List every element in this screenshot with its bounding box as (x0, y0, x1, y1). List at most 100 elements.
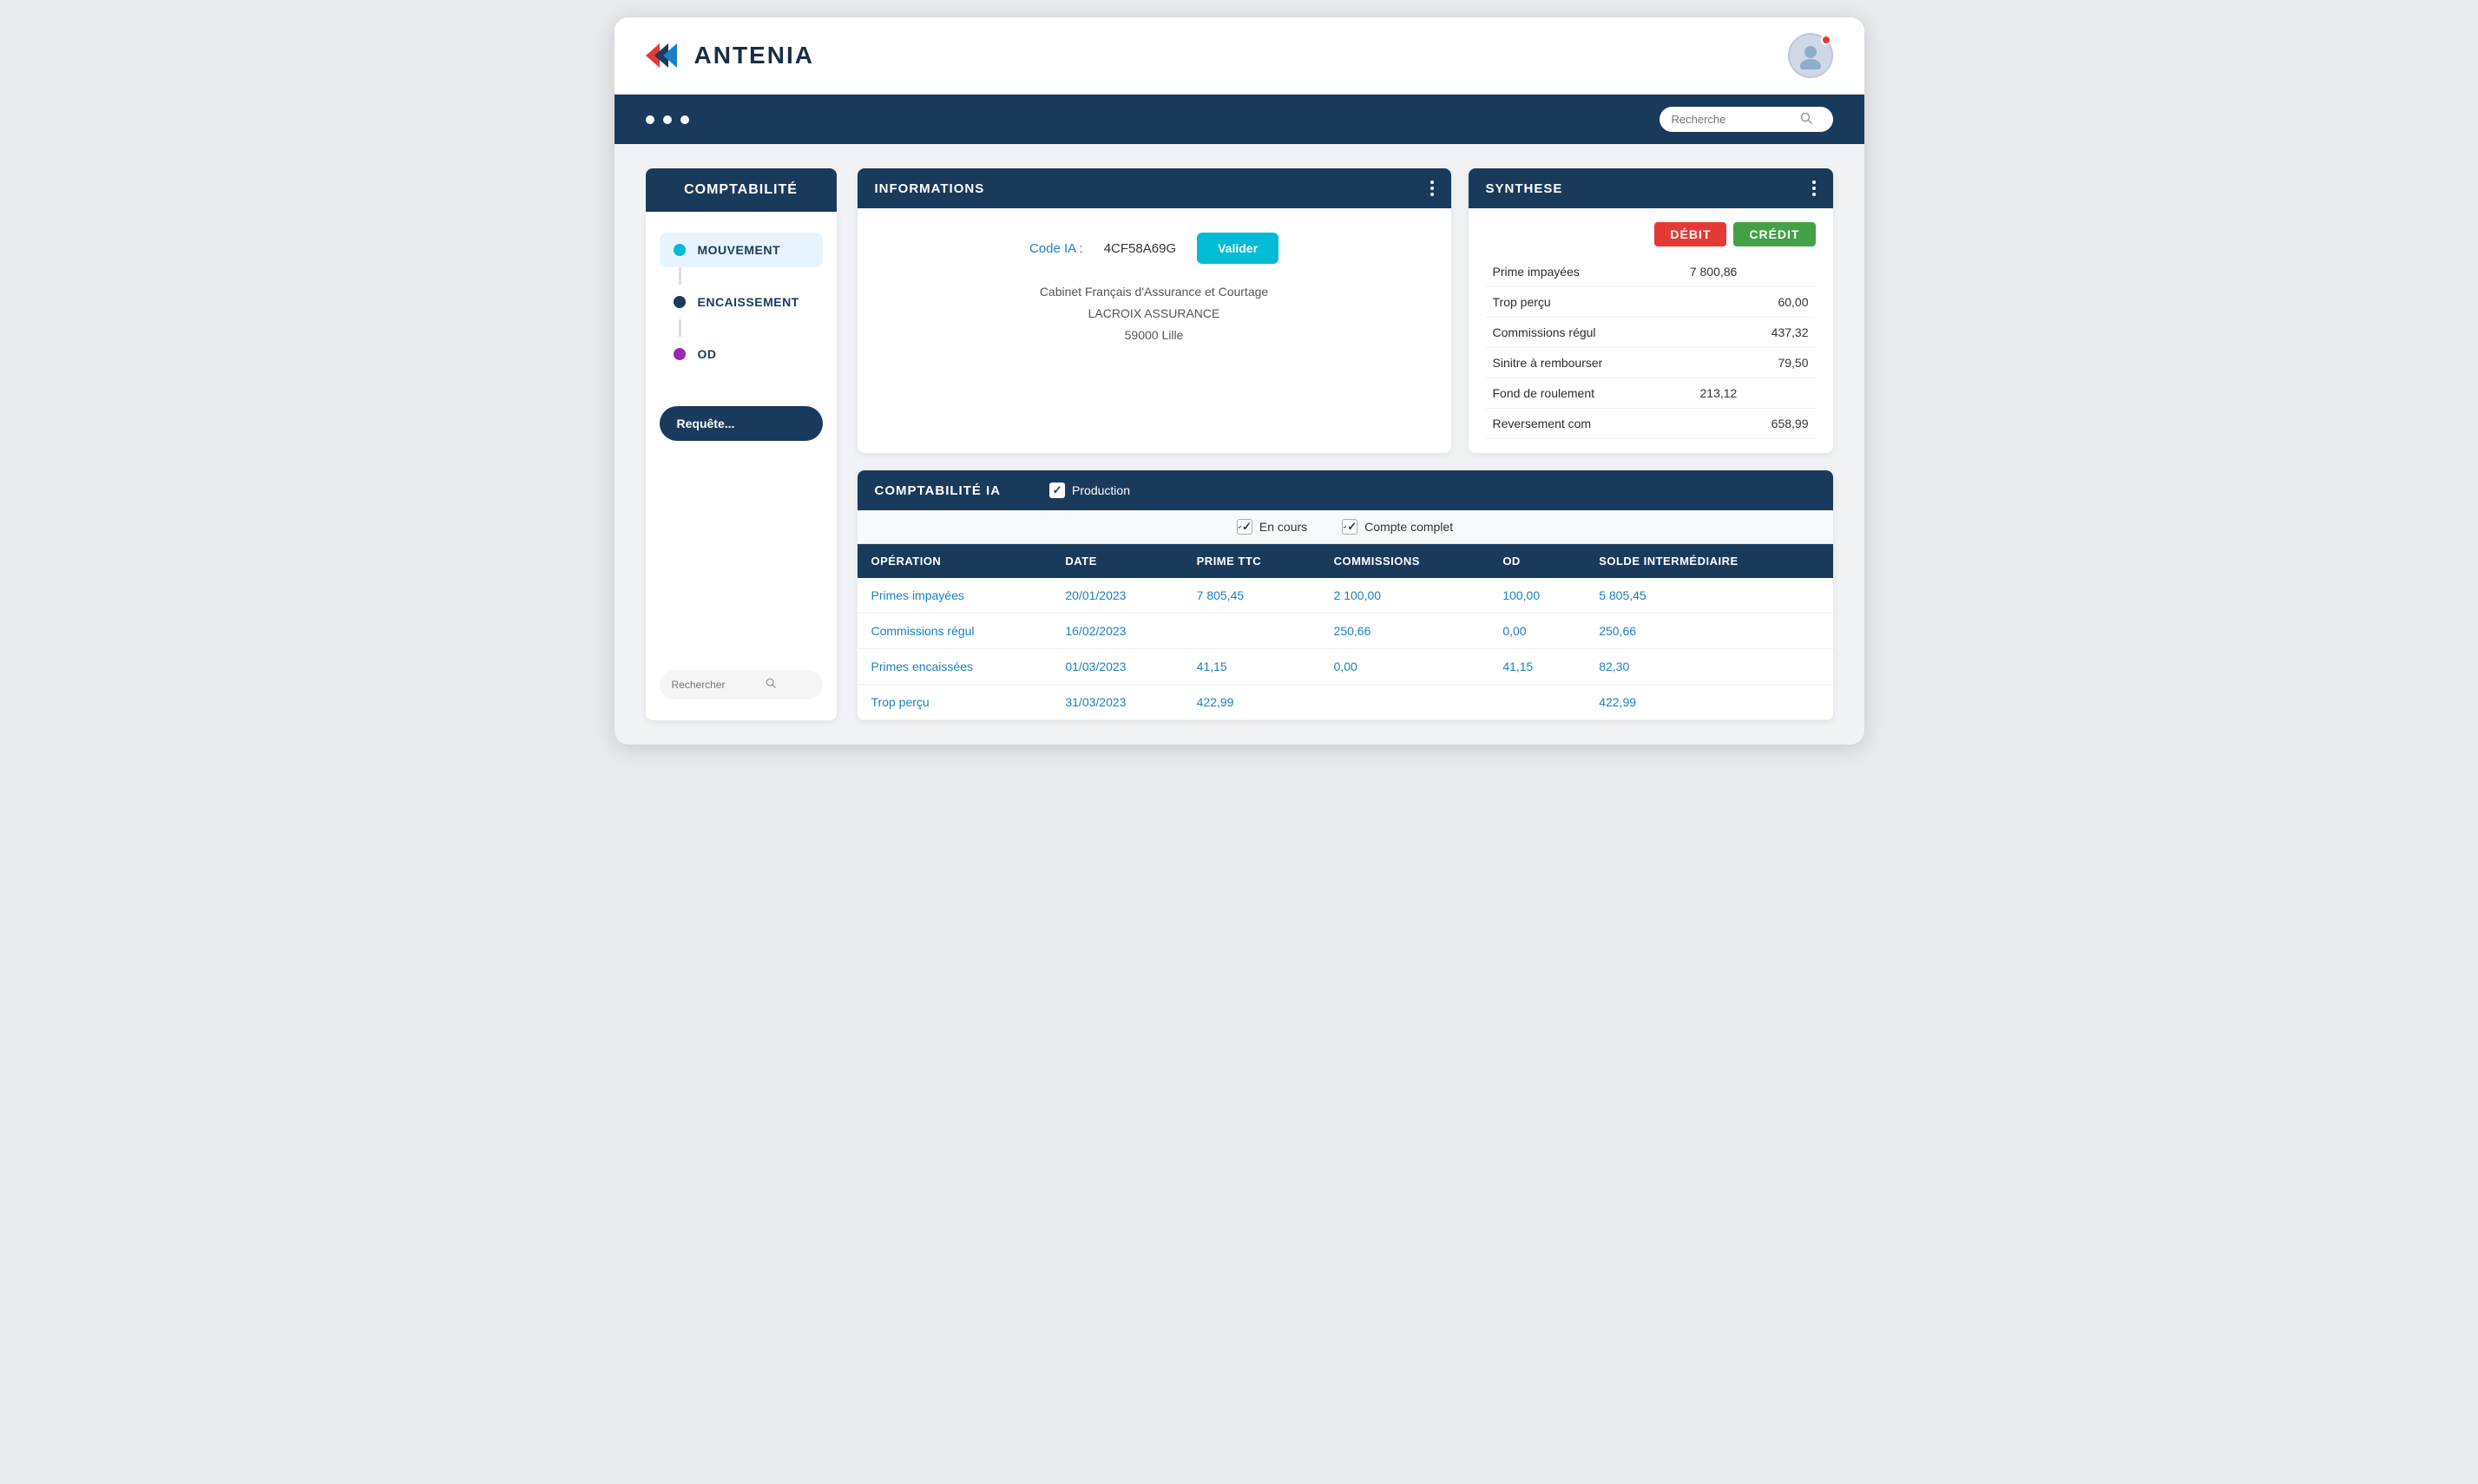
info-panel-header: INFORMATIONS (858, 168, 1451, 208)
top-panels: INFORMATIONS Code IA : 4CF58A69G Valider (858, 168, 1833, 453)
cell-prime-ttc (1183, 614, 1320, 649)
production-checkbox-group[interactable]: Production (1049, 483, 1130, 498)
sidebar-search[interactable] (660, 670, 823, 699)
en-cours-label: En cours (1259, 520, 1307, 534)
nav-dot-1[interactable] (646, 115, 654, 124)
row-debit (1659, 287, 1744, 318)
sidebar-item-label-1: MOUVEMENT (698, 243, 781, 257)
sidebar-item-mouvement[interactable]: MOUVEMENT (660, 233, 823, 267)
cell-commissions (1320, 685, 1489, 720)
row-label: Commissions régul (1486, 318, 1659, 348)
table-row: Reversement com 658,99 (1486, 409, 1816, 439)
row-credit: 437,32 (1744, 318, 1815, 348)
row-debit (1659, 348, 1744, 378)
row-credit: 60,00 (1744, 287, 1815, 318)
synthese-panel: SYNTHESE DÉBIT CRÉDIT (1469, 168, 1833, 453)
cell-solde: 250,66 (1585, 614, 1832, 649)
cell-date: 01/03/2023 (1051, 649, 1182, 685)
nav-dot-3[interactable] (680, 115, 689, 124)
en-cours-filter[interactable]: En cours (1237, 519, 1307, 535)
sidebar-item-label-2: ENCAISSEMENT (698, 295, 799, 309)
bottom-panel-header: COMPTABILITÉ IA Production (858, 470, 1833, 510)
address-line2: LACROIX ASSURANCE (1040, 303, 1268, 325)
nav-bar (615, 95, 1864, 144)
compte-complet-label: Compte complet (1364, 520, 1453, 534)
cell-operation: Commissions régul (858, 614, 1052, 649)
synthese-menu-dot-2 (1812, 187, 1816, 190)
production-checkbox[interactable] (1049, 483, 1065, 498)
search-icon (1800, 112, 1812, 127)
col-operation: OPÉRATION (858, 544, 1052, 578)
main-content: COMPTABILITÉ MOUVEMENT ENCAISSEMENT OD R… (615, 144, 1864, 745)
code-value: 4CF58A69G (1104, 241, 1176, 256)
table-row: Prime impayées 7 800,86 (1486, 257, 1816, 287)
cell-date: 20/01/2023 (1051, 578, 1182, 614)
avatar-container[interactable] (1788, 33, 1833, 78)
en-cours-checkbox[interactable] (1237, 519, 1252, 535)
logo-text: ANTENIA (694, 42, 814, 69)
row-debit (1659, 318, 1744, 348)
production-label: Production (1072, 483, 1130, 497)
sidebar-header: COMPTABILITÉ (646, 168, 837, 212)
sidebar-title: COMPTABILITÉ (684, 182, 798, 197)
cell-operation: Primes impayées (858, 578, 1052, 614)
sidebar-item-od[interactable]: OD (660, 337, 823, 371)
row-debit: 7 800,86 (1659, 257, 1744, 287)
logo-icon (646, 40, 684, 71)
nav-dot-2[interactable] (663, 115, 672, 124)
panels-area: INFORMATIONS Code IA : 4CF58A69G Valider (858, 168, 1833, 720)
cell-date: 31/03/2023 (1051, 685, 1182, 720)
cell-commissions: 250,66 (1320, 614, 1489, 649)
app-container: ANTENIA (615, 17, 1864, 745)
cell-od: 41,15 (1489, 649, 1585, 685)
address-line3: 59000 Lille (1040, 325, 1268, 346)
info-panel-menu[interactable] (1430, 181, 1434, 196)
cell-solde: 5 805,45 (1585, 578, 1832, 614)
table-row: Commissions régul 437,32 (1486, 318, 1816, 348)
sidebar-search-input[interactable] (672, 679, 759, 691)
row-label: Reversement com (1486, 409, 1659, 439)
compte-complet-checkbox[interactable] (1342, 519, 1357, 535)
col-date: DATE (1051, 544, 1182, 578)
sidebar-dot-1 (674, 244, 686, 256)
col-commissions: COMMISSIONS (1320, 544, 1489, 578)
search-input[interactable] (1672, 113, 1793, 126)
requete-button[interactable]: Requête... (660, 406, 823, 441)
valider-button[interactable]: Valider (1197, 233, 1278, 264)
table-row: Trop perçu 60,00 (1486, 287, 1816, 318)
compte-complet-filter[interactable]: Compte complet (1342, 519, 1453, 535)
info-panel: INFORMATIONS Code IA : 4CF58A69G Valider (858, 168, 1451, 453)
synthese-menu-dot-3 (1812, 193, 1816, 196)
row-label: Trop perçu (1486, 287, 1659, 318)
cell-commissions: 0,00 (1320, 649, 1489, 685)
cell-od: 0,00 (1489, 614, 1585, 649)
cell-od: 100,00 (1489, 578, 1585, 614)
info-body: Code IA : 4CF58A69G Valider Cabinet Fran… (858, 208, 1451, 371)
row-credit (1744, 378, 1815, 409)
synthese-panel-menu[interactable] (1812, 181, 1816, 196)
bottom-panel: COMPTABILITÉ IA Production En cours (858, 470, 1833, 720)
search-bar[interactable] (1660, 107, 1833, 132)
menu-dot-3 (1430, 193, 1434, 196)
logo-area: ANTENIA (646, 40, 814, 71)
code-label: Code IA : (1029, 241, 1083, 256)
cell-date: 16/02/2023 (1051, 614, 1182, 649)
debit-credit-row: DÉBIT CRÉDIT (1486, 222, 1816, 246)
avatar-badge (1821, 35, 1831, 45)
synthese-body: DÉBIT CRÉDIT Prime impayées 7 800,86 (1469, 208, 1833, 453)
filter-row: En cours Compte complet (858, 510, 1833, 544)
cell-prime-ttc: 7 805,45 (1183, 578, 1320, 614)
menu-dot-1 (1430, 181, 1434, 184)
synthese-panel-header: SYNTHESE (1469, 168, 1833, 208)
sidebar-line-2 (679, 319, 681, 337)
synthese-panel-title: SYNTHESE (1486, 181, 1563, 196)
sidebar-body: MOUVEMENT ENCAISSEMENT OD Requête... (646, 212, 837, 720)
table-row: Trop perçu 31/03/2023 422,99 422,99 (858, 685, 1833, 720)
bottom-panel-title: COMPTABILITÉ IA (875, 483, 1002, 498)
sidebar-item-encaissement[interactable]: ENCAISSEMENT (660, 285, 823, 319)
sidebar-dot-3 (674, 348, 686, 360)
sidebar-dot-2 (674, 296, 686, 308)
row-label: Sinitre à rembourser (1486, 348, 1659, 378)
cell-od (1489, 685, 1585, 720)
sidebar-item-label-3: OD (698, 347, 717, 361)
